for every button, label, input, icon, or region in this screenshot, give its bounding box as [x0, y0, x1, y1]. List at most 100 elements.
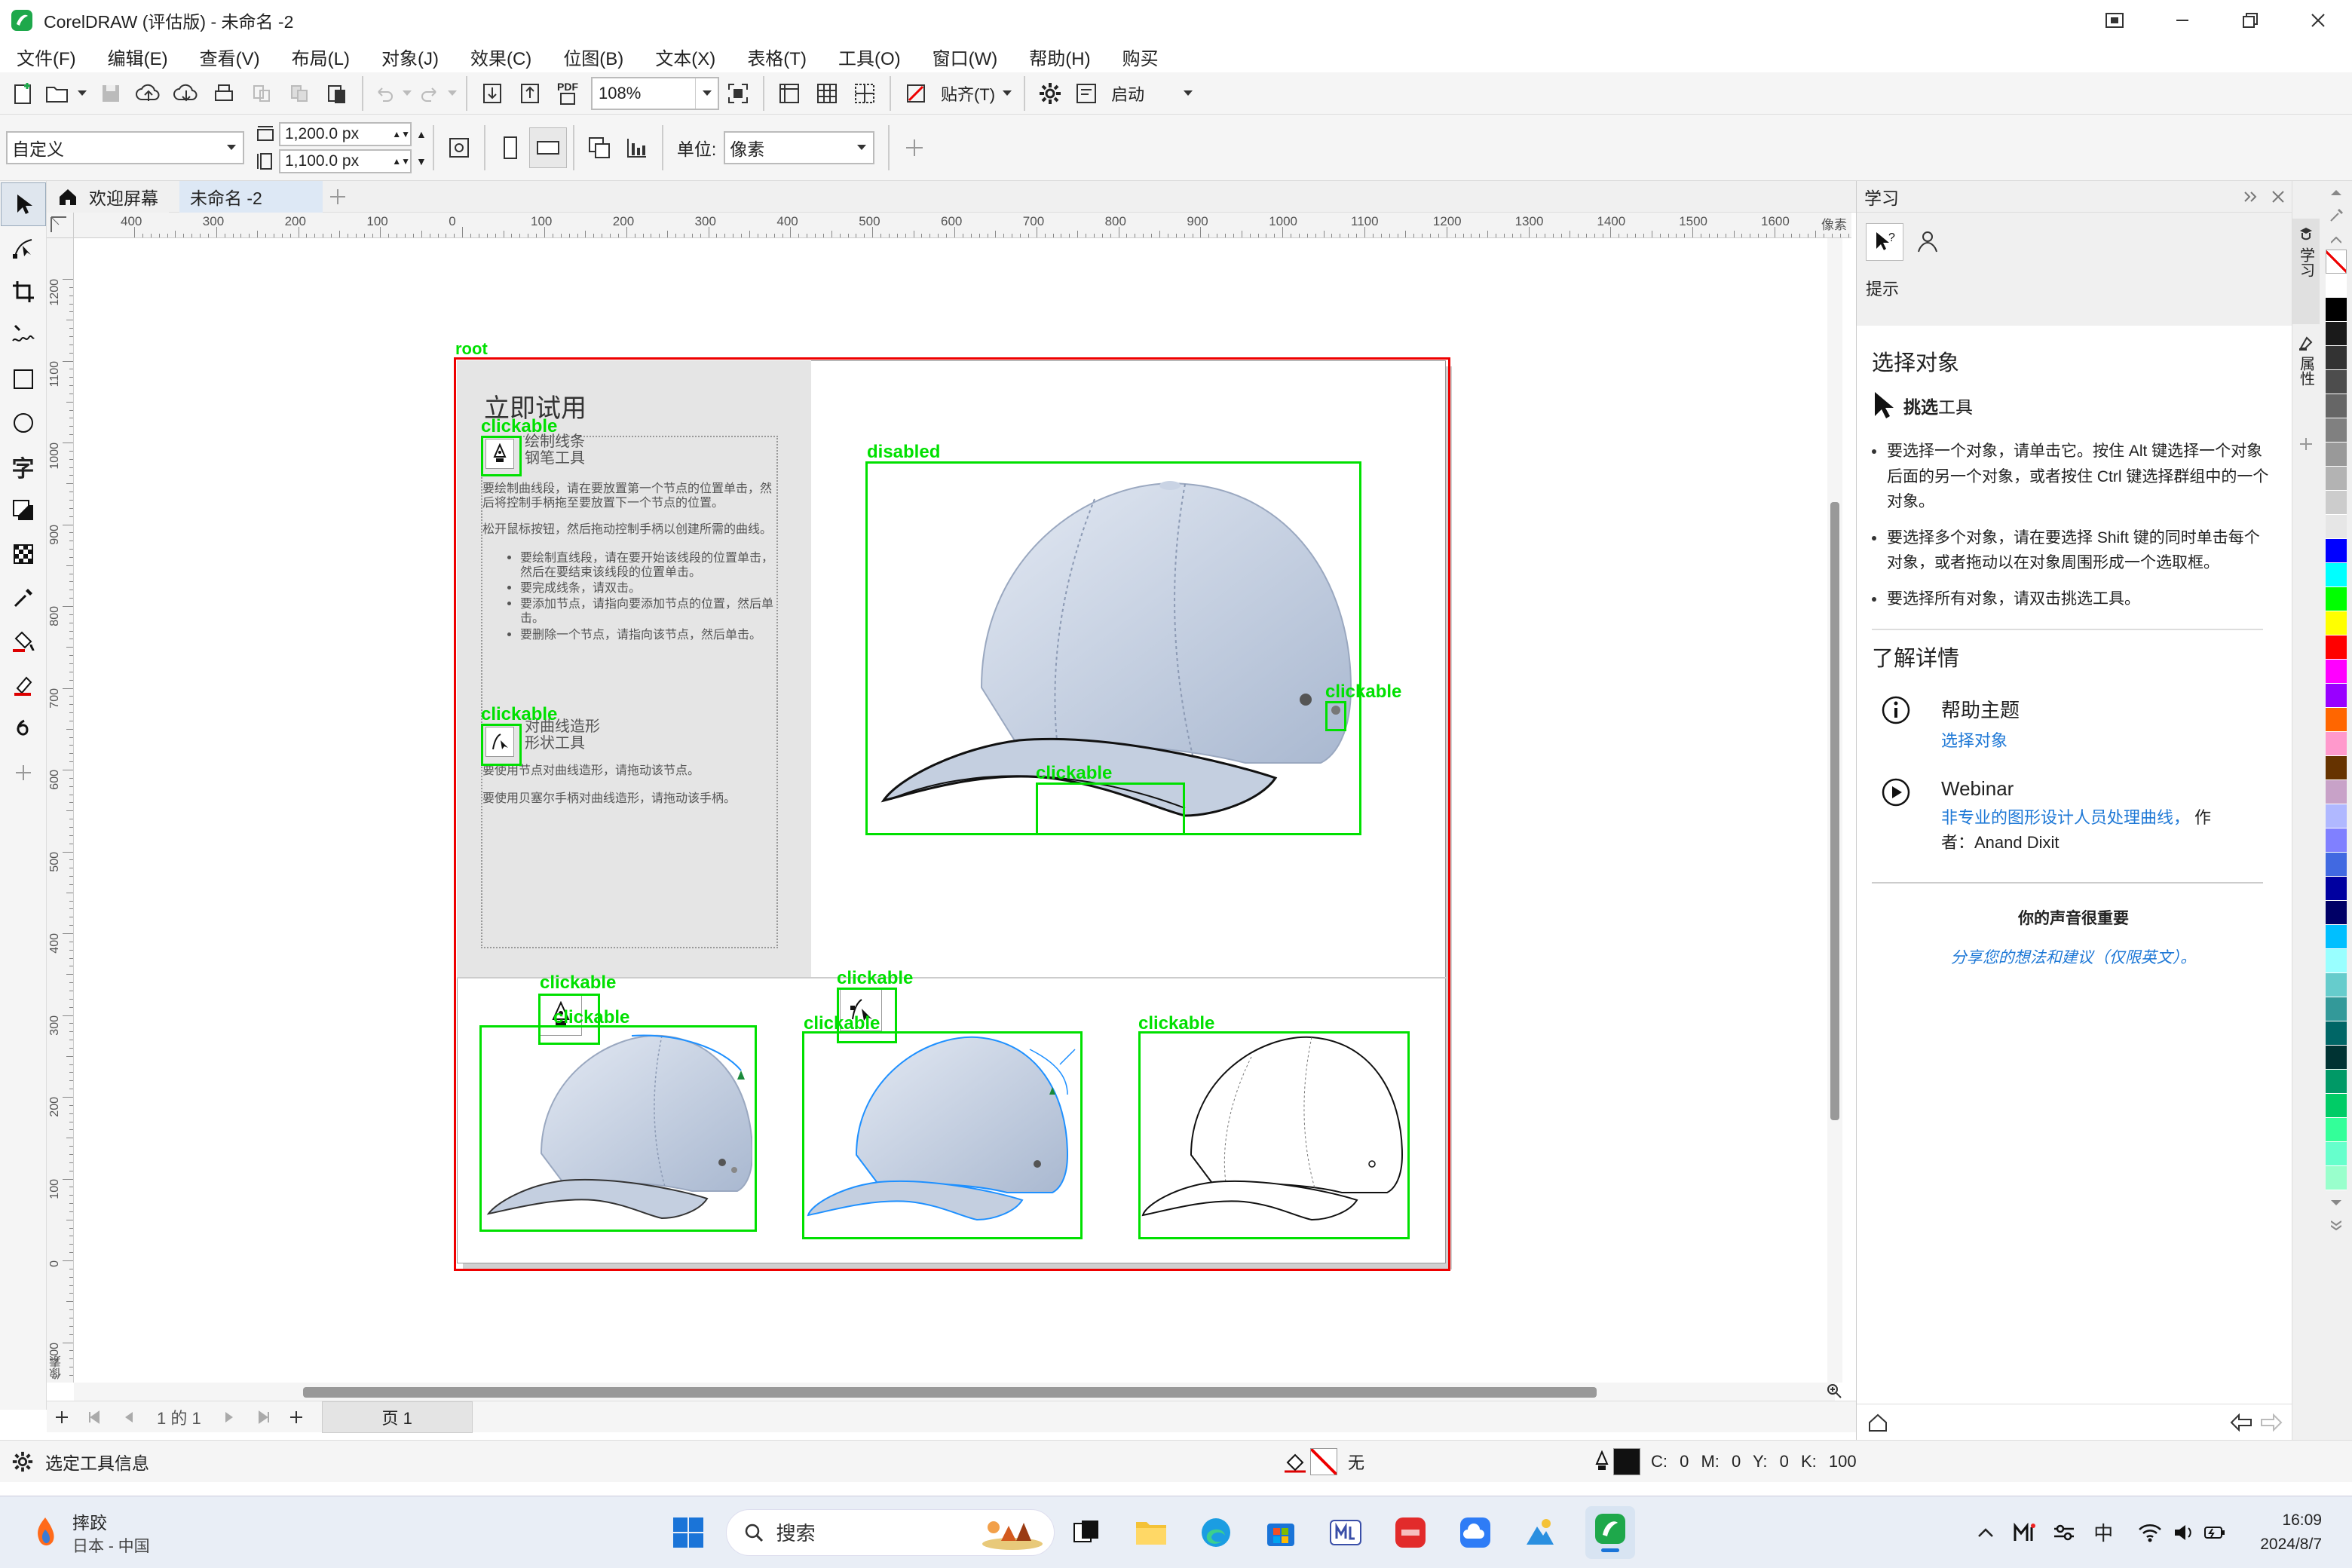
- side-tab-add-icon[interactable]: [2292, 425, 2320, 463]
- vertical-ruler[interactable]: 1200 1100 1000 900 800 700 600 500 400 300 200 100 0…: [47, 238, 74, 1383]
- side-tab-properties[interactable]: 属性: [2292, 335, 2320, 425]
- close-button[interactable]: [2284, 0, 2352, 41]
- palette-swatch[interactable]: [2326, 563, 2347, 587]
- palette-swatch[interactable]: [2326, 467, 2347, 491]
- horizontal-scrollbar[interactable]: [74, 1383, 1835, 1401]
- huawei-app-icon[interactable]: [1391, 1513, 1430, 1552]
- palette-swatch[interactable]: [2326, 515, 2347, 539]
- vertical-scroll-thumb[interactable]: [1830, 502, 1839, 1120]
- interactive-fill-tool-icon[interactable]: [1, 620, 46, 663]
- last-page-icon[interactable]: [247, 1401, 281, 1433]
- palette-swatch[interactable]: [2326, 1070, 2347, 1094]
- clock[interactable]: 16:09 2024/8/7: [2260, 1508, 2322, 1556]
- menu-item[interactable]: 窗口(W): [917, 41, 1014, 72]
- start-button-icon[interactable]: [669, 1513, 708, 1552]
- zoom-corner-icon[interactable]: [1823, 1380, 1845, 1402]
- guidelines-icon[interactable]: [846, 73, 884, 114]
- rectangle-tool-icon[interactable]: [1, 357, 46, 401]
- palette-swatch[interactable]: [2326, 877, 2347, 901]
- palette-swatch[interactable]: [2326, 949, 2347, 973]
- export-icon[interactable]: [511, 73, 549, 114]
- shape-tool-icon[interactable]: [1, 226, 46, 270]
- docker-close-icon[interactable]: [2265, 181, 2292, 213]
- palette-swatch[interactable]: [2326, 611, 2347, 635]
- text-tool-icon[interactable]: 字: [1, 445, 46, 488]
- palette-scroll-down-icon[interactable]: [2320, 1191, 2352, 1214]
- crop-tool-icon[interactable]: [1, 270, 46, 314]
- palette-swatch[interactable]: [2326, 1046, 2347, 1070]
- volume-icon[interactable]: [2170, 1513, 2200, 1552]
- add-page-after-icon[interactable]: [281, 1401, 311, 1433]
- palette-swatch[interactable]: [2326, 635, 2347, 660]
- show-grid-icon[interactable]: [808, 73, 846, 114]
- palette-swatch[interactable]: [2326, 973, 2347, 997]
- palette-collapse-icon[interactable]: [2320, 232, 2352, 249]
- menu-item[interactable]: 效果(C): [455, 41, 547, 72]
- palette-swatch[interactable]: [2326, 539, 2347, 563]
- tab-welcome-screen[interactable]: 欢迎屏幕: [47, 180, 169, 213]
- page-tab[interactable]: 页 1: [321, 1401, 473, 1433]
- palette-swatch[interactable]: [2326, 756, 2347, 780]
- open-dropdown-icon[interactable]: [72, 73, 92, 114]
- palette-swatch[interactable]: [2326, 853, 2347, 877]
- all-pages-icon[interactable]: [580, 127, 618, 168]
- palette-scroll-up-icon[interactable]: [2320, 182, 2352, 204]
- outline-pen-icon[interactable]: [1591, 1441, 1613, 1483]
- palette-swatch[interactable]: [2326, 708, 2347, 732]
- palette-swatch[interactable]: [2326, 394, 2347, 418]
- page-height-input[interactable]: 1,100.0 px ▲▼: [279, 149, 412, 173]
- menu-item[interactable]: 编辑(E): [92, 41, 184, 72]
- palette-eyedropper-icon[interactable]: [2320, 204, 2352, 227]
- side-tab-learn[interactable]: 学习: [2292, 219, 2320, 324]
- menu-item[interactable]: 对象(J): [366, 41, 455, 72]
- taskbar-search[interactable]: 搜索: [725, 1508, 1055, 1556]
- palette-swatch[interactable]: [2326, 732, 2347, 756]
- palette-swatch[interactable]: [2326, 346, 2347, 370]
- palette-swatch[interactable]: [2326, 1118, 2347, 1142]
- palette-swatch[interactable]: [2326, 370, 2347, 394]
- menu-item[interactable]: 文件(F): [0, 41, 92, 72]
- store-icon[interactable]: [2081, 0, 2148, 41]
- print-icon[interactable]: [205, 73, 243, 114]
- first-page-icon[interactable]: [77, 1401, 112, 1433]
- palette-swatch[interactable]: [2326, 298, 2347, 322]
- palette-swatch[interactable]: [2326, 322, 2347, 346]
- snap-off-icon[interactable]: [897, 73, 935, 114]
- snap-to-menu[interactable]: 贴齐(T): [935, 73, 1018, 114]
- menu-item[interactable]: 工具(O): [822, 41, 917, 72]
- full-screen-icon[interactable]: [719, 73, 757, 114]
- docker-home-icon[interactable]: [1863, 1407, 1893, 1438]
- ruler-corner[interactable]: [47, 213, 74, 238]
- hints-tab-icon[interactable]: ?: [1866, 223, 1903, 261]
- publish-pdf-icon[interactable]: PDF: [549, 73, 586, 114]
- add-page-before-icon[interactable]: [47, 1401, 77, 1433]
- horizontal-ruler[interactable]: 400 300 200 100 0 100 200 300 400 500 600 700 800 900…: [74, 213, 1851, 238]
- menu-item[interactable]: 帮助(H): [1013, 41, 1106, 72]
- portrait-icon[interactable]: [492, 127, 529, 168]
- palette-swatch[interactable]: [2326, 443, 2347, 467]
- lock-ratio-icon[interactable]: [440, 127, 478, 168]
- palette-no-color-swatch[interactable]: [2326, 250, 2347, 274]
- smear-tool-icon[interactable]: [1, 707, 46, 751]
- microsoft-store-icon[interactable]: [1261, 1513, 1300, 1552]
- docker-back-icon[interactable]: [2226, 1407, 2256, 1438]
- palette-swatch[interactable]: [2326, 660, 2347, 684]
- vertical-scrollbar[interactable]: [1827, 238, 1842, 1383]
- palette-swatch[interactable]: [2326, 1094, 2347, 1118]
- cloud-download-icon[interactable]: [167, 73, 205, 114]
- paste-icon[interactable]: [318, 73, 356, 114]
- pick-tool-icon[interactable]: [0, 182, 46, 226]
- palette-swatch[interactable]: [2326, 1021, 2347, 1046]
- edge-browser-icon[interactable]: [1196, 1513, 1236, 1552]
- zoom-level-select[interactable]: 108%: [591, 76, 719, 110]
- coreldraw-taskbar-icon[interactable]: [1585, 1505, 1635, 1559]
- menu-item[interactable]: 文本(X): [639, 41, 731, 72]
- palette-swatch[interactable]: [2326, 1142, 2347, 1166]
- webinar-link[interactable]: 非专业的图形设计人员处理曲线，: [1941, 808, 2190, 827]
- palette-swatch[interactable]: [2326, 274, 2347, 298]
- palette-swatch[interactable]: [2326, 418, 2347, 443]
- palette-swatch[interactable]: [2326, 997, 2347, 1021]
- task-view-icon[interactable]: [1067, 1513, 1106, 1552]
- tray-app-icon[interactable]: [2005, 1513, 2044, 1552]
- add-tool-icon[interactable]: [1, 751, 46, 795]
